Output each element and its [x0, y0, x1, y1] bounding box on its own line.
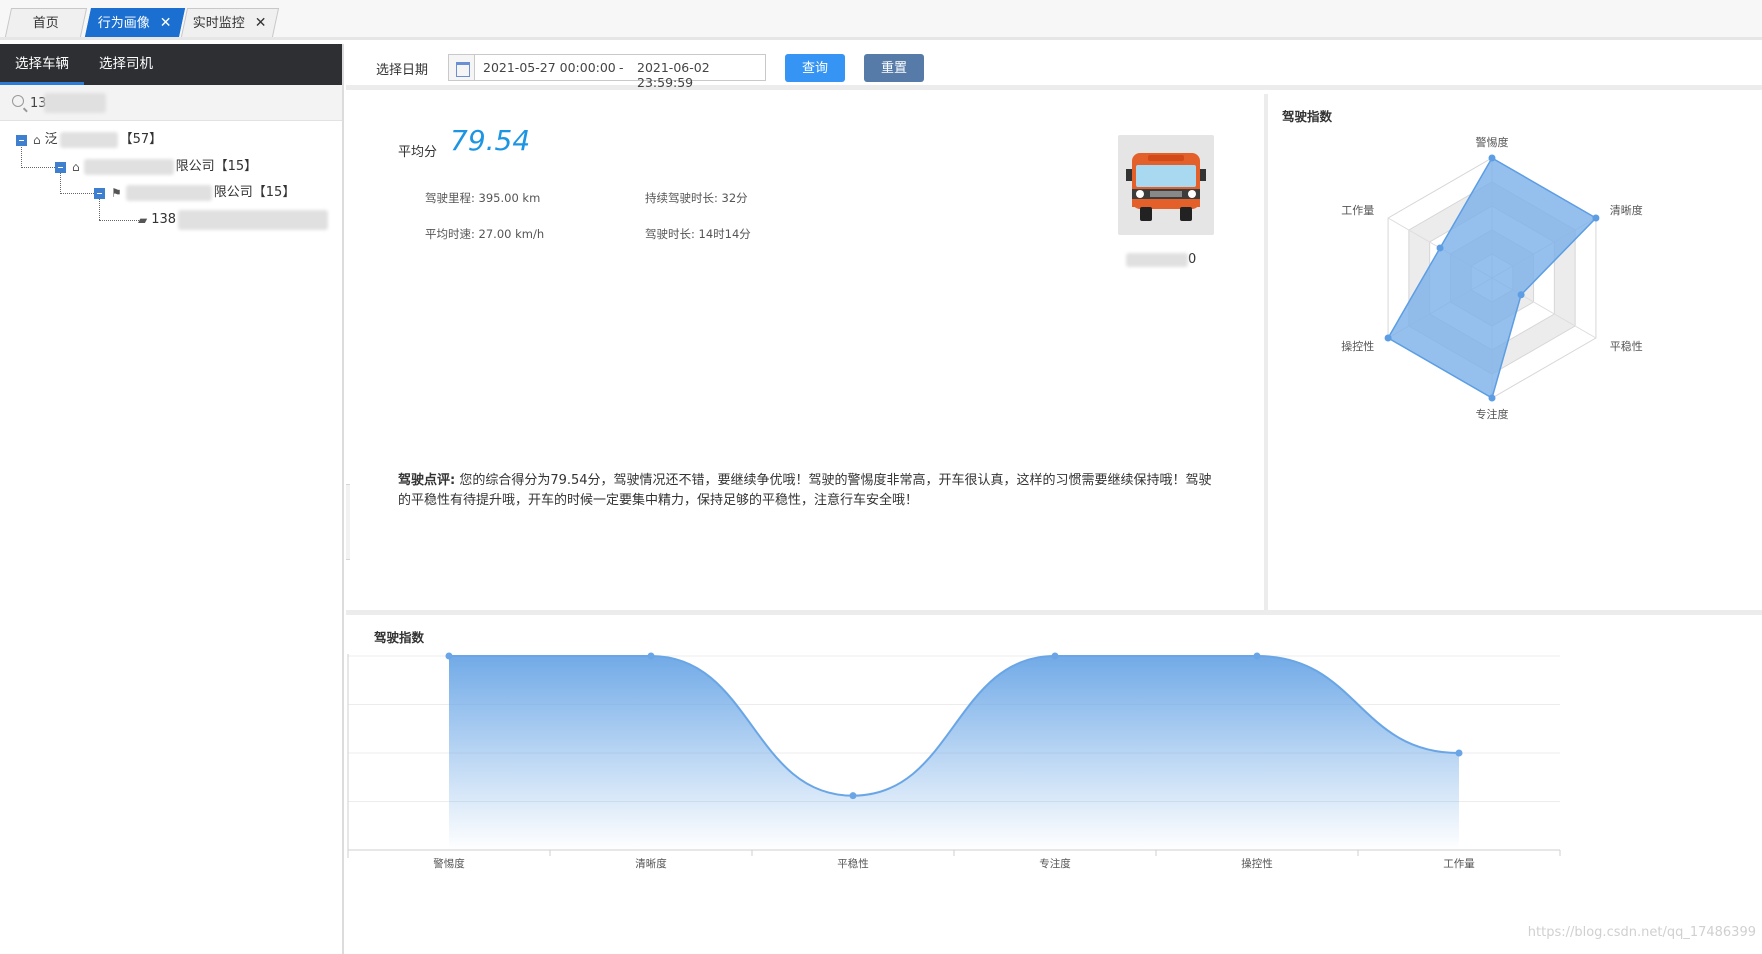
tab-select-driver[interactable]: 选择司机 [84, 44, 168, 85]
date-label: 选择日期 [376, 63, 429, 78]
vehicle-avatar [1118, 135, 1214, 235]
data-point [1051, 652, 1059, 660]
reset-button[interactable]: 重置 [864, 54, 924, 82]
data-point [647, 652, 655, 660]
tree-node-vehicle[interactable]: ▰ 138 [138, 210, 329, 230]
tab-home-label: 首页 [32, 16, 59, 31]
tree-node[interactable]: ⚑ 限公司 【15】 [94, 183, 295, 203]
tree-connector [21, 167, 55, 168]
data-point [849, 792, 857, 800]
redacted-blur [83, 159, 174, 175]
tab-home[interactable]: 首页 [4, 8, 88, 37]
close-icon[interactable]: ✕ [255, 15, 267, 31]
area-fill [449, 656, 1459, 850]
average-score-label: 平均分 [398, 145, 438, 160]
home-icon: ⌂ [72, 160, 80, 174]
score-panel: 平均分 79.54 驾驶里程: 395.00 km 持续驾驶时长: 32分 平均… [350, 94, 1268, 610]
redacted-blur [44, 93, 106, 113]
calendar-icon [449, 55, 475, 80]
radar-point [1488, 154, 1496, 162]
data-point [1455, 749, 1463, 757]
average-speed: 平均时速: 27.00 km/h [425, 227, 545, 241]
date-end[interactable]: 2021-06-02 23:59:59 [637, 60, 765, 90]
line-chart-panel: 驾驶指数 0255075100警惕度清晰度平稳性专注度操控性工作量 [346, 610, 1762, 954]
vehicle-plate: 0 [1126, 252, 1196, 267]
watermark: https://blog.csdn.net/qq_17486399 [1527, 925, 1756, 940]
tree-node-count: 【15】 [252, 185, 296, 200]
radar-indicator-label: 操控性 [1341, 339, 1374, 353]
tree-connector [60, 193, 94, 194]
tree-node[interactable]: ⌂ 泛 【57】 [16, 130, 162, 150]
radar-indicator-label: 警惕度 [1476, 135, 1509, 149]
truck-icon: ▰ [138, 213, 148, 227]
tree-node-count: 【57】 [119, 132, 163, 147]
x-tick-label: 专注度 [1039, 857, 1071, 870]
collapse-toggle-icon[interactable] [55, 161, 66, 173]
radar-indicator-label: 清晰度 [1610, 203, 1643, 217]
filter-bar: 选择日期 2021-05-27 00:00:00 - 2021-06-02 23… [346, 44, 1762, 90]
truck-icon [1126, 153, 1206, 221]
tab-select-vehicle[interactable]: 选择车辆 [0, 44, 84, 85]
tab-realtime-monitor[interactable]: 实时监控 ✕ [180, 8, 280, 37]
driving-mileage: 驾驶里程: 395.00 km [425, 191, 541, 205]
redacted-blur [125, 185, 212, 201]
driving-duration: 驾驶时长: 14时14分 [645, 227, 751, 241]
date-start[interactable]: 2021-05-27 00:00:00 [483, 60, 616, 75]
redacted-blur [59, 132, 118, 148]
average-score-value: 79.54 [450, 124, 531, 157]
vehicle-plate-suffix: 0 [1188, 252, 1197, 267]
x-tick-label: 工作量 [1443, 858, 1475, 870]
area-chart: 0255075100警惕度清晰度平稳性专注度操控性工作量 [347, 652, 1561, 870]
data-point [1253, 652, 1261, 660]
radar-point [1592, 214, 1600, 222]
tree-connector [99, 220, 139, 221]
radar-point [1384, 334, 1392, 342]
flag-icon: ⚑ [111, 186, 122, 200]
collapse-toggle-icon[interactable] [16, 134, 27, 146]
comment-label: 驾驶点评: [398, 473, 456, 488]
radar-point [1517, 291, 1525, 299]
redacted-blur [1126, 252, 1188, 267]
collapse-toggle-icon[interactable] [94, 187, 105, 199]
tree-node-label: 泛 [44, 132, 58, 147]
x-tick-label: 操控性 [1241, 857, 1273, 870]
comment-text: 您的综合得分为79.54分，驾驶情况还不错，要继续争优哦！驾驶的警惕度非常高，开… [398, 473, 1212, 508]
tab-behavior-profile-label: 行为画像 [97, 16, 150, 31]
radar-chart: 警惕度清晰度平稳性专注度 操控性 工作量 [1341, 135, 1643, 421]
query-button[interactable]: 查询 [785, 54, 845, 82]
tree-node-count: 【15】 [214, 159, 258, 174]
radar-point [1488, 394, 1496, 402]
date-range-picker[interactable]: 2021-05-27 00:00:00 - 2021-06-02 23:59:5… [448, 54, 766, 90]
tab-behavior-profile[interactable]: 行为画像 ✕ [84, 8, 186, 37]
tree-node-label: 限公司 [213, 185, 253, 200]
driving-comment: 驾驶点评: 您的综合得分为79.54分，驾驶情况还不错，要继续争优哦！驾驶的警惕… [398, 471, 1218, 511]
tree-node[interactable]: ⌂ 限公司 【15】 [55, 157, 257, 177]
date-separator: - [619, 60, 624, 75]
continuous-driving-duration: 持续驾驶时长: 32分 [645, 191, 748, 205]
radar-point [1436, 244, 1444, 252]
left-panel-tabs: 选择车辆 选择司机 [0, 44, 342, 85]
tree-node-label: 限公司 [175, 159, 215, 174]
search-icon [12, 95, 24, 107]
x-tick-label: 警惕度 [433, 857, 465, 870]
radar-indicator-label: 工作量 [1341, 204, 1374, 217]
home-icon: ⌂ [33, 133, 41, 147]
radar-indicator-label: 专注度 [1476, 407, 1509, 421]
x-tick-label: 平稳性 [837, 857, 869, 870]
radar-indicator-label: 平稳性 [1610, 339, 1643, 353]
tab-realtime-monitor-label: 实时监控 [192, 16, 245, 31]
x-tick-label: 清晰度 [635, 857, 667, 870]
tab-bar: 首页 行为画像 ✕ 实时监控 ✕ [0, 0, 1762, 40]
redacted-blur [178, 210, 329, 230]
left-panel: 选择车辆 选择司机 ⌂ 泛 【57】 ⌂ [0, 44, 344, 954]
app-root: 首页 行为画像 ✕ 实时监控 ✕ 选择车辆 选择司机 13 ⌂ 泛 【57】 ⌂… [0, 0, 1762, 954]
data-point [445, 652, 453, 660]
tree-node-label: 138 [151, 212, 177, 227]
close-icon[interactable]: ✕ [160, 15, 172, 31]
radar-panel: 驾驶指数 警惕度 清晰度 平稳性 专注度 操控性 工作量 [1272, 94, 1762, 610]
search-row [0, 85, 342, 121]
